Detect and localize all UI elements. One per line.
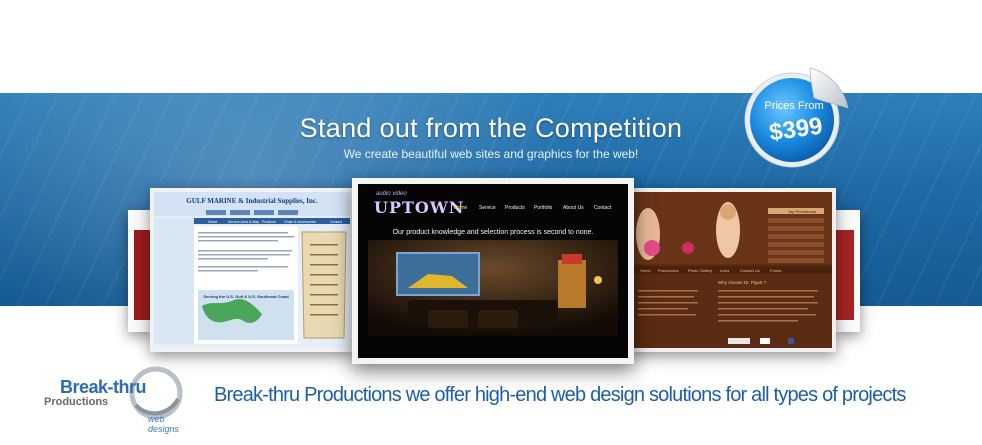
gulf-marine-preview: GULF MARINE & Industrial Supplies, Inc. … — [154, 192, 350, 348]
sticker-label: Prices From — [764, 100, 823, 112]
uptown-nav-home: Home — [454, 205, 468, 211]
uptown-preview: audio video UPTOWN Home Service Products… — [358, 184, 628, 358]
cosmetic-preview: Top Procedures Home Procedures Photo Gal… — [632, 192, 832, 348]
cosmetic-nav-1: Home — [640, 268, 651, 273]
uptown-nav-portfolio: Portfolio — [534, 205, 553, 211]
home-theater-photo — [368, 240, 618, 336]
gulf-nav-5: Contact — [330, 220, 342, 224]
uptown-tagline: Our product knowledge and selection proc… — [392, 229, 594, 236]
portfolio-thumb-cosmetic[interactable]: Top Procedures Home Procedures Photo Gal… — [628, 188, 836, 352]
cosmetic-heading: Why choose Dr. Pigott ? — [718, 280, 767, 285]
cosmetic-nav-6: Forms — [770, 268, 781, 273]
thumb-content — [836, 230, 854, 320]
price-sticker[interactable]: Prices From $399 — [740, 60, 852, 172]
cosmetic-sidebar-title: Top Procedures — [788, 209, 816, 214]
cosmetic-nav-2: Procedures — [658, 268, 678, 273]
gulf-nav-1: Home — [208, 220, 217, 224]
uptown-nav-contact: Contact — [594, 205, 612, 211]
logo-text-productions: Productions — [44, 396, 109, 408]
portfolio-thumb-far-right[interactable] — [836, 210, 860, 332]
logo-text-break-thru: Break-thru — [60, 377, 147, 397]
gulf-nav-4: Chain & Accessories — [284, 220, 316, 224]
uptown-nav-service: Service — [479, 205, 496, 211]
uptown-nav-products: Products — [505, 205, 525, 211]
company-tagline: Break-thru Productions we offer high-end… — [214, 384, 906, 406]
logo-text-web-designs: web designs — [148, 414, 180, 434]
uptown-logo: UPTOWN — [374, 198, 465, 217]
gulf-nav-3: Products — [262, 220, 276, 224]
portfolio-thumb-far-left[interactable] — [128, 210, 152, 332]
cosmetic-nav-4: Links — [720, 268, 729, 273]
gulf-nav-2: Service Area & Map — [228, 220, 259, 224]
portfolio-thumb-gulf-marine[interactable]: GULF MARINE & Industrial Supplies, Inc. … — [150, 188, 354, 352]
gulf-title: GULF MARINE & Industrial Supplies, Inc. — [186, 197, 318, 205]
cosmetic-nav-5: Contact Us — [740, 268, 760, 273]
uptown-logo-tag: audio video — [376, 191, 407, 197]
break-thru-logo[interactable]: Break-thru Productions web designs — [44, 365, 194, 435]
cosmetic-nav-3: Photo Gallery — [688, 268, 712, 273]
portfolio-thumb-uptown-featured[interactable]: audio video UPTOWN Home Service Products… — [352, 178, 634, 364]
uptown-nav-about: About Us — [563, 205, 584, 211]
gulf-map-caption: Serving the U.S. Gulf & U.S. Southeast C… — [203, 294, 289, 299]
